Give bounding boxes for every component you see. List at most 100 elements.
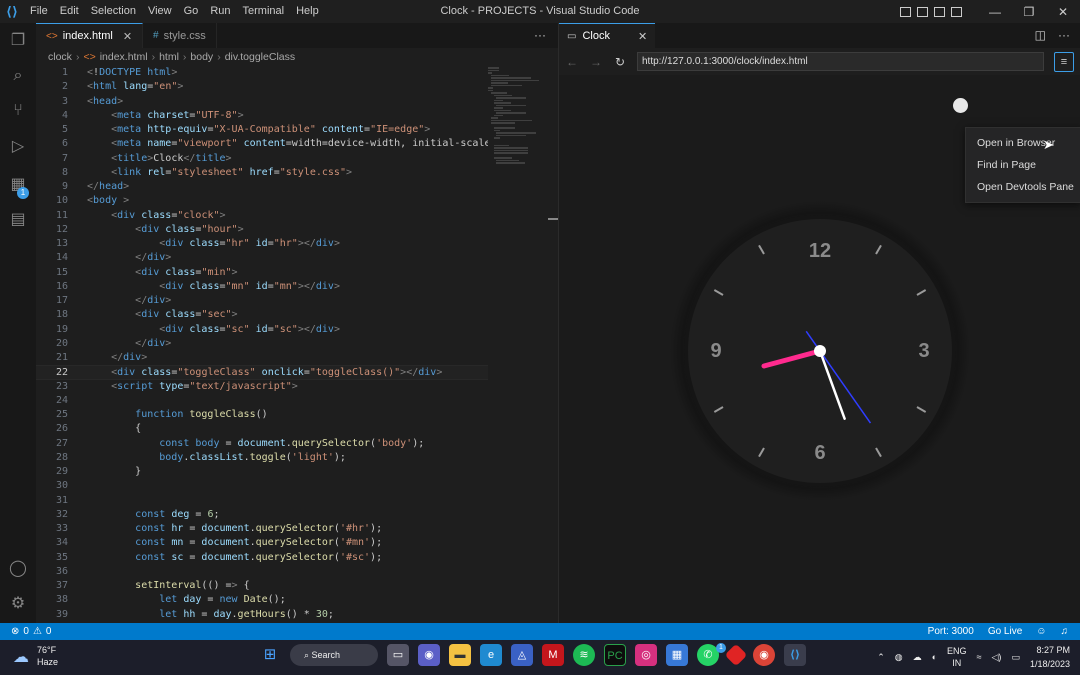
onedrive-icon[interactable]: ☁ bbox=[913, 652, 922, 663]
code-line[interactable]: 19 <div class="sc" id="sc"></div> bbox=[36, 323, 488, 337]
vpn-app-icon[interactable]: ◬ bbox=[511, 644, 533, 666]
code-line[interactable]: 14 </div> bbox=[36, 251, 488, 265]
customize-layout-icon[interactable] bbox=[951, 6, 962, 17]
problems-indicator[interactable]: ⊗ 0 ⚠ 0 bbox=[0, 626, 51, 637]
code-line[interactable]: 26 { bbox=[36, 422, 488, 436]
language-indicator[interactable]: ENG IN bbox=[947, 645, 967, 669]
code-line[interactable]: 35 const sc = document.querySelector('#s… bbox=[36, 551, 488, 565]
code-line[interactable]: 23 <script type="text/javascript"> bbox=[36, 380, 488, 394]
vscode-taskbar-icon[interactable]: ⟨⟩ bbox=[784, 644, 806, 666]
code-line[interactable]: 25 function toggleClass() bbox=[36, 408, 488, 422]
code-line[interactable]: 11 <div class="clock"> bbox=[36, 209, 488, 223]
accounts-icon[interactable]: ◯ bbox=[8, 559, 28, 579]
menu-item-find-in-page[interactable]: Find in Page bbox=[966, 154, 1080, 176]
code-line[interactable]: 10 <body > bbox=[36, 194, 488, 208]
tray-app-icon[interactable]: ◐ bbox=[932, 652, 937, 662]
ms-store-icon[interactable]: ▦ bbox=[666, 644, 688, 666]
close-icon[interactable]: ✕ bbox=[638, 30, 647, 43]
code-line[interactable]: 29 } bbox=[36, 465, 488, 479]
code-line[interactable]: 1 <!DOCTYPE html> bbox=[36, 66, 488, 80]
menu-go[interactable]: Go bbox=[178, 0, 205, 23]
notifications-bell-icon[interactable]: ♫ bbox=[1061, 626, 1069, 637]
breadcrumb-html[interactable]: html bbox=[159, 51, 179, 63]
spotify-icon[interactable]: ≋ bbox=[573, 644, 595, 666]
menu-item-open-devtools[interactable]: Open Devtools Pane bbox=[966, 176, 1080, 198]
code-line[interactable]: 24 bbox=[36, 394, 488, 408]
minimize-button[interactable]: — bbox=[978, 5, 1012, 19]
feedback-icon[interactable]: ☺ bbox=[1036, 626, 1046, 637]
more-actions-icon[interactable]: ··· bbox=[522, 23, 558, 48]
menu-file[interactable]: File bbox=[24, 0, 54, 23]
code-line[interactable]: 9 </head> bbox=[36, 180, 488, 194]
manage-gear-icon[interactable]: ⚙ bbox=[8, 594, 28, 614]
source-control-icon[interactable]: ⑂ bbox=[8, 101, 28, 121]
code-line[interactable]: 16 <div class="mn" id="mn"></div> bbox=[36, 280, 488, 294]
hamburger-menu-icon[interactable]: ≡ bbox=[1054, 51, 1074, 72]
menu-help[interactable]: Help bbox=[290, 0, 325, 23]
code-line[interactable]: 22 <div class="toggleClass" onclick="tog… bbox=[36, 365, 488, 380]
code-line[interactable]: 2 <html lang="en"> bbox=[36, 80, 488, 94]
chrome-icon[interactable]: ◉ bbox=[753, 644, 775, 666]
anydesk-icon[interactable] bbox=[724, 643, 748, 667]
battery-icon[interactable]: ▭ bbox=[1011, 652, 1020, 663]
code-line[interactable]: 30 bbox=[36, 479, 488, 493]
remote-explorer-icon[interactable]: ▤ bbox=[8, 210, 28, 230]
code-line[interactable]: 32 const deg = 6; bbox=[36, 508, 488, 522]
task-view-icon[interactable]: ▭ bbox=[387, 644, 409, 666]
more-actions-icon[interactable]: ··· bbox=[1058, 23, 1070, 48]
maximize-button[interactable]: ❐ bbox=[1012, 5, 1046, 19]
explorer-icon[interactable]: ❐ bbox=[8, 31, 28, 51]
close-icon[interactable]: ✕ bbox=[123, 30, 132, 43]
tab-index-html[interactable]: <> index.html ✕ bbox=[36, 23, 144, 48]
code-line[interactable]: 38 let day = new Date(); bbox=[36, 593, 488, 607]
weather-widget[interactable]: ☁ 76°F Haze bbox=[13, 644, 58, 671]
taskbar-clock[interactable]: 8:27 PM 1/18/2023 bbox=[1030, 643, 1070, 671]
menu-item-open-in-browser[interactable]: Open in Browser bbox=[966, 132, 1080, 154]
go-live-button[interactable]: Go Live bbox=[988, 626, 1022, 637]
split-editor-icon[interactable]: ◫ bbox=[1035, 23, 1046, 48]
code-line[interactable]: 21 </div> bbox=[36, 351, 488, 365]
breadcrumb-folder[interactable]: clock bbox=[48, 51, 72, 63]
menu-run[interactable]: Run bbox=[204, 0, 236, 23]
wifi-icon[interactable]: ≈ bbox=[977, 652, 982, 662]
menu-view[interactable]: View bbox=[142, 0, 178, 23]
close-window-button[interactable]: ✕ bbox=[1046, 5, 1080, 19]
windows-start-icon[interactable]: ⊞ bbox=[259, 644, 281, 666]
toggle-panel-icon[interactable] bbox=[917, 6, 928, 17]
toggle-secondary-sidebar-icon[interactable] bbox=[934, 6, 945, 17]
editor-scrollbar[interactable] bbox=[548, 218, 558, 220]
edge-browser-icon[interactable]: e bbox=[480, 644, 502, 666]
code-line[interactable]: 39 let hh = day.getHours() * 30; bbox=[36, 608, 488, 622]
code-line[interactable]: 36 bbox=[36, 565, 488, 579]
file-explorer-icon[interactable]: ▬ bbox=[449, 644, 471, 666]
code-line[interactable]: 31 bbox=[36, 494, 488, 508]
pycharm-icon[interactable]: PC bbox=[604, 644, 626, 666]
menu-terminal[interactable]: Terminal bbox=[237, 0, 291, 23]
menu-edit[interactable]: Edit bbox=[54, 0, 85, 23]
run-debug-icon[interactable]: ▷ bbox=[8, 137, 28, 157]
code-line[interactable]: 33 const hr = document.querySelector('#h… bbox=[36, 522, 488, 536]
code-line[interactable]: 28 body.classList.toggle('light'); bbox=[36, 451, 488, 465]
mcafee-icon[interactable]: M bbox=[542, 644, 564, 666]
code-line[interactable]: 18 <div class="sec"> bbox=[36, 308, 488, 322]
code-line[interactable]: 27 const body = document.querySelector('… bbox=[36, 437, 488, 451]
code-line[interactable]: 17 </div> bbox=[36, 294, 488, 308]
search-icon[interactable]: ⌕ bbox=[8, 66, 28, 86]
breadcrumb-file[interactable]: index.html bbox=[100, 51, 148, 63]
tab-style-css[interactable]: # style.css bbox=[143, 23, 217, 48]
code-line[interactable]: 6 <meta name="viewport" content=width=de… bbox=[36, 137, 488, 151]
code-line[interactable]: 20 </div> bbox=[36, 337, 488, 351]
reload-icon[interactable]: ↻ bbox=[613, 55, 627, 69]
code-line[interactable]: 12 <div class="hour"> bbox=[36, 223, 488, 237]
code-line[interactable]: 37 setInterval(() => { bbox=[36, 579, 488, 593]
code-line[interactable]: 15 <div class="min"> bbox=[36, 266, 488, 280]
code-line[interactable]: 3 <head> bbox=[36, 95, 488, 109]
volume-icon[interactable]: ◁) bbox=[992, 652, 1002, 663]
code-line[interactable]: 34 const mn = document.querySelector('#m… bbox=[36, 536, 488, 550]
back-arrow-icon[interactable]: ← bbox=[565, 55, 579, 69]
forward-arrow-icon[interactable]: → bbox=[589, 55, 603, 69]
breadcrumb-body[interactable]: body bbox=[190, 51, 213, 63]
tab-clock[interactable]: ▭ Clock ✕ bbox=[559, 23, 656, 48]
port-status[interactable]: Port: 3000 bbox=[928, 626, 974, 637]
show-hidden-icons-icon[interactable]: ⌃ bbox=[877, 652, 885, 663]
